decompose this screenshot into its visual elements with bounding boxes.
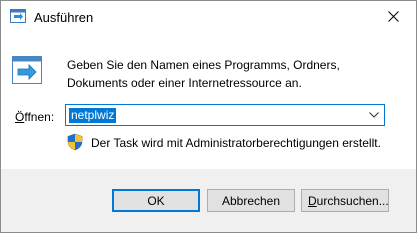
admin-note: Der Task wird mit Administratorberechtig…: [91, 136, 381, 150]
close-button[interactable]: [370, 1, 416, 32]
close-icon: [388, 11, 399, 22]
browse-button-accelerator: D: [308, 194, 317, 208]
uac-shield-icon: [67, 133, 83, 151]
open-combobox[interactable]: netplwiz: [65, 104, 385, 126]
dialog-body: Geben Sie den Namen eines Programms, Ord…: [1, 32, 416, 169]
open-input[interactable]: netplwiz: [69, 108, 117, 123]
cancel-button[interactable]: Abbrechen: [207, 189, 295, 212]
button-bar: OK Abbrechen Durchsuchen...: [1, 169, 416, 232]
title-bar[interactable]: Ausführen: [1, 1, 416, 32]
browse-button-label: urchsuchen...: [316, 194, 389, 208]
browse-button[interactable]: Durchsuchen...: [301, 189, 389, 212]
window-title: Ausführen: [34, 10, 94, 25]
ok-button[interactable]: OK: [112, 189, 200, 212]
chevron-down-icon[interactable]: [369, 112, 379, 118]
instruction-text: Geben Sie den Namen eines Programms, Ord…: [67, 58, 340, 90]
run-dialog-window: Ausführen Geben Sie den Namen eines Prog…: [0, 0, 417, 233]
open-label-accelerator: Ö: [15, 110, 25, 124]
run-icon: [11, 55, 43, 85]
open-label-rest: ffnen:: [24, 110, 55, 124]
run-icon: [10, 9, 26, 23]
open-label: Öffnen:: [15, 110, 54, 124]
